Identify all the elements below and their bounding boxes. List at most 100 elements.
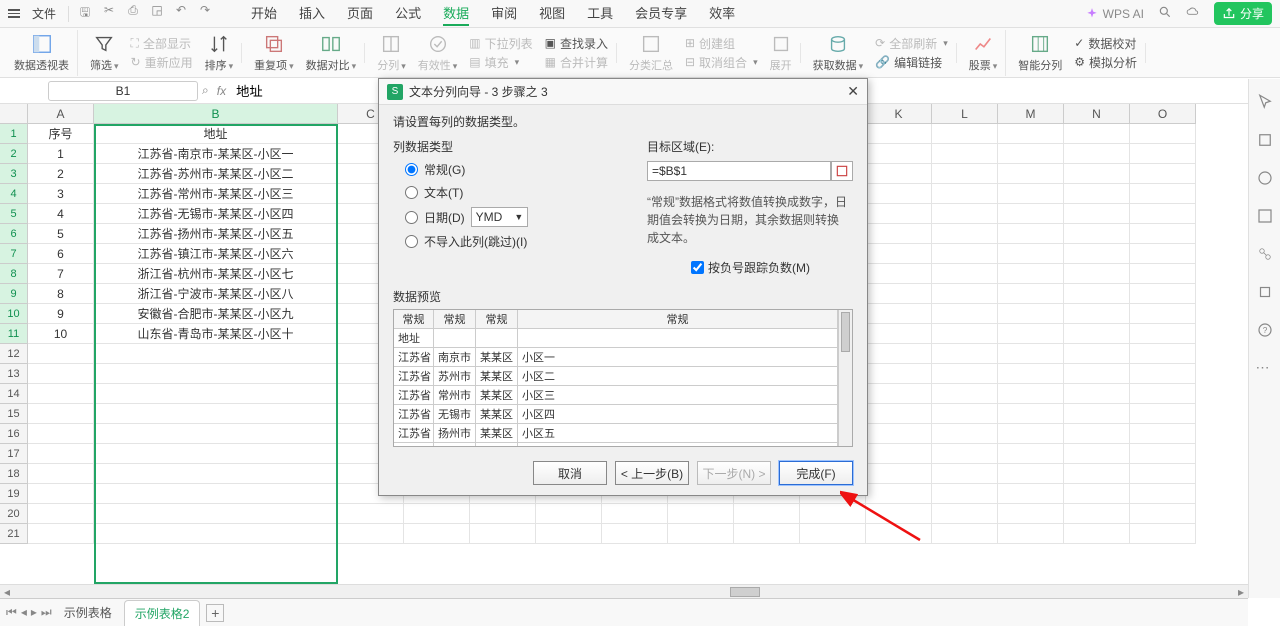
panel-backup-icon[interactable] [1256,245,1274,263]
cell[interactable]: 浙江省-杭州市-某某区-小区七 [94,264,338,284]
radio-skip[interactable]: 不导入此列(跳过)(I) [405,233,629,250]
preview-header[interactable]: 常规 [476,310,518,328]
cell[interactable] [28,444,94,464]
cell[interactable] [28,484,94,504]
cell[interactable] [28,384,94,404]
cell[interactable] [932,324,998,344]
cell[interactable] [1064,244,1130,264]
row-header[interactable]: 8 [0,264,28,284]
undo-icon[interactable]: ↶ [173,3,189,24]
tab-data[interactable]: 数据 [443,1,469,26]
cell[interactable] [668,524,734,544]
prev-step-button[interactable]: < 上一步(B) [615,461,689,485]
cell[interactable] [866,224,932,244]
cell[interactable] [932,264,998,284]
cell[interactable] [1130,124,1196,144]
cell[interactable] [932,444,998,464]
cell[interactable]: 山东省-青岛市-某某区-小区十 [94,324,338,344]
preview-table[interactable]: 常规常规常规常规地址江苏省南京市某某区小区一江苏省苏州市某某区小区二江苏省常州市… [394,310,838,446]
tab-review[interactable]: 审阅 [491,1,517,26]
panel-settings-icon[interactable] [1256,283,1274,301]
tab-start[interactable]: 开始 [251,1,277,26]
cell[interactable]: 安徽省-合肥市-某某区-小区九 [94,304,338,324]
tab-page[interactable]: 页面 [347,1,373,26]
cell[interactable] [1064,144,1130,164]
cell[interactable] [1064,484,1130,504]
cell[interactable] [866,484,932,504]
cell[interactable] [1130,484,1196,504]
cell[interactable] [866,304,932,324]
cell[interactable]: 浙江省-宁波市-某某区-小区八 [94,284,338,304]
row-header[interactable]: 15 [0,404,28,424]
cell[interactable] [1064,424,1130,444]
cell[interactable] [94,364,338,384]
cell[interactable] [1130,524,1196,544]
cell[interactable] [998,464,1064,484]
cell[interactable] [932,244,998,264]
cell[interactable] [1130,184,1196,204]
cell[interactable] [998,524,1064,544]
neg-checkbox[interactable] [691,261,704,274]
cell[interactable] [998,284,1064,304]
select-all-corner[interactable] [0,104,28,124]
cell[interactable] [998,164,1064,184]
cell[interactable] [1130,504,1196,524]
cell[interactable] [932,284,998,304]
cell[interactable] [1130,404,1196,424]
cell[interactable] [28,344,94,364]
cell[interactable] [932,504,998,524]
sheet-tab-2[interactable]: 示例表格2 [124,600,201,626]
cell[interactable] [998,204,1064,224]
cell[interactable] [1064,224,1130,244]
row-header[interactable]: 5 [0,204,28,224]
panel-share-icon[interactable] [1256,169,1274,187]
filter-button[interactable]: 筛选▾ [90,33,119,73]
split-column-button[interactable]: 分列▾ [377,33,406,73]
cell[interactable] [998,504,1064,524]
clipboard-icon[interactable]: ✂ [101,3,117,24]
cell[interactable] [932,224,998,244]
scrollbar-thumb[interactable] [730,587,760,597]
row-header[interactable]: 12 [0,344,28,364]
cell[interactable] [1130,264,1196,284]
cell[interactable] [1064,444,1130,464]
ungroup-button[interactable]: ⊟ 取消组合▾ [685,54,758,71]
edit-links-button[interactable]: 🔗 编辑链接 [875,54,948,71]
add-sheet-button[interactable]: + [206,604,224,622]
sheet-first-icon[interactable]: ⏮ [6,605,17,620]
cell[interactable] [1064,264,1130,284]
cell[interactable] [932,464,998,484]
preview-header[interactable]: 常规 [434,310,476,328]
print-icon[interactable]: ⎙ [125,3,141,24]
cell[interactable] [1064,524,1130,544]
target-range-input[interactable]: =$B$1 [647,161,831,181]
find-entry-button[interactable]: ▣ 查找录入 [545,35,608,52]
dropdown-insert-button[interactable]: ▥ 下拉列表 [469,35,532,52]
horizontal-scrollbar[interactable]: ◂ ▸ [0,584,1248,598]
cell[interactable] [28,504,94,524]
name-box[interactable]: B1 [48,81,198,101]
cell[interactable]: 江苏省-镇江市-某某区-小区六 [94,244,338,264]
cell[interactable] [94,504,338,524]
cell[interactable] [1130,304,1196,324]
cell[interactable] [998,384,1064,404]
cell[interactable] [536,524,602,544]
cell[interactable] [998,444,1064,464]
cell[interactable] [668,504,734,524]
col-header-k[interactable]: K [866,104,932,123]
close-icon[interactable]: ✕ [847,83,859,100]
cell[interactable] [94,384,338,404]
neg-checkbox-row[interactable]: 按负号跟踪负数(M) [691,259,853,276]
cell[interactable] [866,144,932,164]
cell[interactable]: 5 [28,224,94,244]
cell[interactable] [338,524,404,544]
cell[interactable] [866,384,932,404]
preview-icon[interactable]: ◲ [149,3,165,24]
cell[interactable] [1064,404,1130,424]
panel-help-icon[interactable]: ? [1256,321,1274,339]
row-header[interactable]: 10 [0,304,28,324]
cell[interactable] [1130,244,1196,264]
smart-split-button[interactable]: 智能分列 [1018,33,1062,73]
preview-header[interactable]: 常规 [518,310,838,328]
cell[interactable] [932,364,998,384]
